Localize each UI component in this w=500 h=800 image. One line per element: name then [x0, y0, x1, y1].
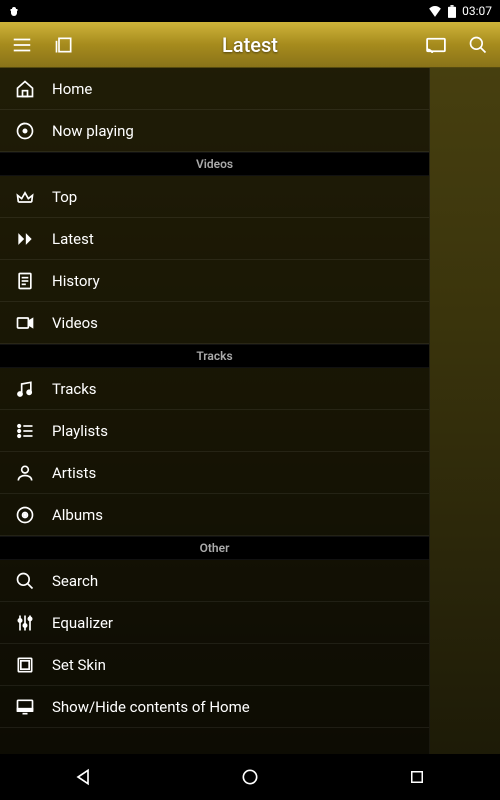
drawer-item-label: Artists: [52, 464, 96, 482]
drawer-item-label: Videos: [52, 314, 98, 332]
drawer-item-label: Equalizer: [52, 614, 113, 632]
playlist-icon: [14, 420, 36, 442]
drawer-item-videos[interactable]: Videos: [0, 302, 429, 344]
drawer-item-label: Show/Hide contents of Home: [52, 698, 250, 716]
skin-icon: [14, 654, 36, 676]
drawer-item-label: Top: [52, 188, 77, 206]
section-header-tracks: Tracks: [0, 344, 429, 368]
drawer-item-label: Albums: [52, 506, 103, 524]
drawer-item-top[interactable]: Top: [0, 176, 429, 218]
recents-button[interactable]: [387, 762, 447, 792]
fast-forward-icon: [14, 228, 36, 250]
drawer-item-artists[interactable]: Artists: [0, 452, 429, 494]
video-icon: [14, 312, 36, 334]
monitor-icon: [14, 696, 36, 718]
section-header-other: Other: [0, 536, 429, 560]
drawer-item-playlists[interactable]: Playlists: [0, 410, 429, 452]
drawer-item-latest[interactable]: Latest: [0, 218, 429, 260]
app-header: Latest: [0, 22, 500, 68]
library-button[interactable]: [50, 31, 78, 59]
drawer-item-label: Playlists: [52, 422, 108, 440]
drawer-item-label: Latest: [52, 230, 94, 248]
artist-icon: [14, 462, 36, 484]
crown-icon: [14, 186, 36, 208]
battery-icon: [448, 5, 456, 18]
disc-icon: [14, 120, 36, 142]
drawer-item-label: Set Skin: [52, 656, 106, 674]
search-button[interactable]: [464, 31, 492, 59]
drawer-item-label: Home: [52, 80, 92, 98]
back-button[interactable]: [53, 762, 113, 792]
wifi-icon: [428, 5, 442, 17]
album-icon: [14, 504, 36, 526]
drawer-item-label: History: [52, 272, 100, 290]
status-time: 03:07: [462, 4, 492, 18]
music-note-icon: [14, 378, 36, 400]
drawer-item-home[interactable]: Home: [0, 68, 429, 110]
drawer-item-label: Now playing: [52, 122, 134, 140]
drawer-item-search[interactable]: Search: [0, 560, 429, 602]
drawer-item-set-skin[interactable]: Set Skin: [0, 644, 429, 686]
section-header-videos: Videos: [0, 152, 429, 176]
drawer-item-tracks[interactable]: Tracks: [0, 368, 429, 410]
drawer-item-label: Search: [52, 572, 98, 590]
screen: 03:07 Latest Home Now playing: [0, 0, 500, 800]
page-title: Latest: [92, 33, 408, 57]
drawer-item-albums[interactable]: Albums: [0, 494, 429, 536]
drawer-item-label: Tracks: [52, 380, 97, 398]
menu-button[interactable]: [8, 31, 36, 59]
drawer-item-equalizer[interactable]: Equalizer: [0, 602, 429, 644]
cast-button[interactable]: [422, 31, 450, 59]
home-button[interactable]: [220, 762, 280, 792]
search-icon: [14, 570, 36, 592]
android-nav-bar: [0, 754, 500, 800]
equalizer-icon: [14, 612, 36, 634]
status-bar: 03:07: [0, 0, 500, 22]
drawer-item-history[interactable]: History: [0, 260, 429, 302]
drawer-item-now-playing[interactable]: Now playing: [0, 110, 429, 152]
home-icon: [14, 78, 36, 100]
debug-icon: [8, 5, 20, 17]
drawer-item-show-hide-home[interactable]: Show/Hide contents of Home: [0, 686, 429, 728]
history-icon: [14, 270, 36, 292]
navigation-drawer[interactable]: Home Now playing Videos Top Latest: [0, 68, 430, 754]
